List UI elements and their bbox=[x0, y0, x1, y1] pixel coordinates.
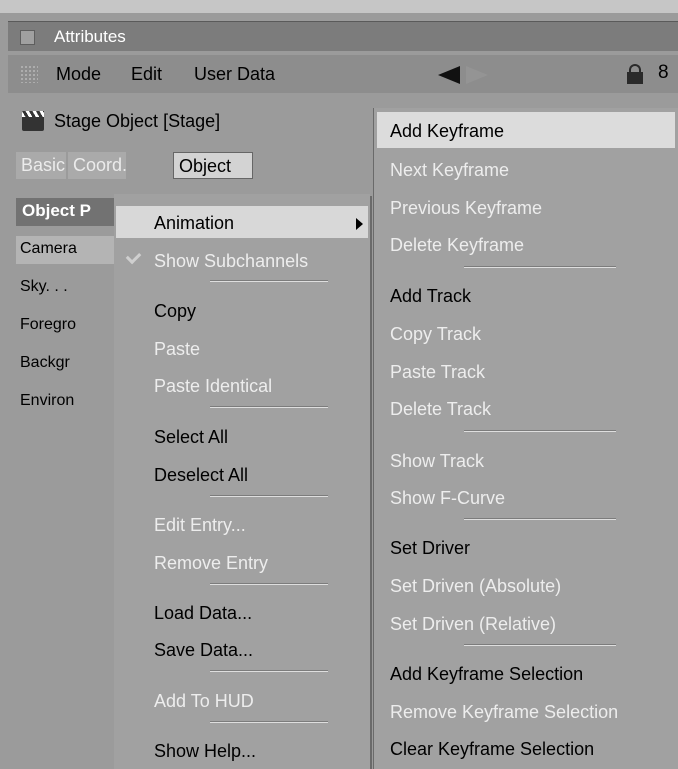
menu-separator bbox=[210, 583, 328, 585]
menu-user-data[interactable]: User Data bbox=[194, 64, 275, 85]
menu-separator bbox=[210, 406, 328, 408]
menu-item-remove-entry[interactable]: Remove Entry bbox=[154, 553, 268, 574]
menu-separator bbox=[210, 495, 328, 497]
menu-item-delete-track[interactable]: Delete Track bbox=[390, 399, 491, 420]
menu-item-add-keyframe-selection[interactable]: Add Keyframe Selection bbox=[390, 664, 583, 685]
menu-item-delete-keyframe[interactable]: Delete Keyframe bbox=[390, 235, 524, 256]
menu-edit[interactable]: Edit bbox=[131, 64, 162, 85]
menu-item-set-driven-relative[interactable]: Set Driven (Relative) bbox=[390, 614, 556, 635]
menu-item-add-keyframe[interactable]: Add Keyframe bbox=[390, 121, 504, 142]
new-panel-icon[interactable]: 8 bbox=[658, 62, 669, 84]
menu-separator bbox=[210, 721, 328, 723]
attributes-menubar: Mode Edit User Data 8 bbox=[8, 55, 678, 93]
menu-item-paste-track[interactable]: Paste Track bbox=[390, 362, 485, 383]
animation-submenu: Add Keyframe Next Keyframe Previous Keyf… bbox=[373, 108, 678, 769]
window-title: Attributes bbox=[54, 27, 126, 46]
menu-item-clear-keyframe-selection[interactable]: Clear Keyframe Selection bbox=[390, 739, 594, 760]
menu-item-show-subchannels[interactable]: Show Subchannels bbox=[154, 251, 308, 272]
menu-item-show-help[interactable]: Show Help... bbox=[154, 741, 256, 762]
submenu-arrow-icon bbox=[356, 218, 363, 230]
menu-item-paste[interactable]: Paste bbox=[154, 339, 200, 360]
context-menu: Animation Show Subchannels Copy Paste Pa… bbox=[114, 194, 370, 769]
menu-item-add-to-hud[interactable]: Add To HUD bbox=[154, 691, 254, 712]
menu-separator bbox=[464, 518, 616, 520]
clapperboard-icon bbox=[22, 111, 44, 131]
menu-item-show-fcurve[interactable]: Show F-Curve bbox=[390, 488, 505, 509]
lock-icon[interactable] bbox=[624, 63, 646, 85]
grip-icon[interactable] bbox=[20, 65, 38, 83]
menu-separator bbox=[464, 430, 616, 432]
menu-separator bbox=[464, 266, 616, 268]
menu-separator bbox=[210, 670, 328, 672]
menu-item-load-data[interactable]: Load Data... bbox=[154, 603, 252, 624]
object-title: Stage Object [Stage] bbox=[54, 111, 221, 131]
property-row-background[interactable]: Backgr bbox=[16, 350, 126, 378]
menu-item-copy[interactable]: Copy bbox=[154, 301, 196, 322]
menu-item-paste-identical[interactable]: Paste Identical bbox=[154, 376, 272, 397]
menu-item-remove-keyframe-selection[interactable]: Remove Keyframe Selection bbox=[390, 702, 618, 723]
property-row-camera[interactable]: Camera bbox=[16, 236, 126, 264]
menu-item-set-driver[interactable]: Set Driver bbox=[390, 538, 470, 559]
property-row-sky[interactable]: Sky. . . bbox=[16, 274, 126, 302]
menu-item-deselect-all[interactable]: Deselect All bbox=[154, 465, 248, 486]
forward-arrow-icon bbox=[466, 66, 488, 84]
property-row-foreground[interactable]: Foregro bbox=[16, 312, 126, 340]
property-row-environment[interactable]: Environ bbox=[16, 388, 126, 416]
menu-item-next-keyframe[interactable]: Next Keyframe bbox=[390, 160, 509, 181]
menu-mode[interactable]: Mode bbox=[56, 64, 101, 85]
menu-item-add-track[interactable]: Add Track bbox=[390, 286, 471, 307]
attributes-titlebar: Attributes bbox=[8, 21, 678, 51]
menu-item-save-data[interactable]: Save Data... bbox=[154, 640, 253, 661]
menu-separator bbox=[210, 280, 328, 282]
menu-separator bbox=[464, 644, 616, 646]
object-properties-header: Object P bbox=[16, 198, 126, 226]
menu-item-show-track[interactable]: Show Track bbox=[390, 451, 484, 472]
tab-coord[interactable]: Coord. bbox=[68, 152, 127, 179]
menu-item-select-all[interactable]: Select All bbox=[154, 427, 228, 448]
menu-item-set-driven-absolute[interactable]: Set Driven (Absolute) bbox=[390, 576, 561, 597]
menu-item-copy-track[interactable]: Copy Track bbox=[390, 324, 481, 345]
back-arrow-icon[interactable] bbox=[438, 66, 460, 84]
tab-object[interactable]: Object bbox=[173, 152, 253, 179]
top-border bbox=[0, 0, 678, 13]
menu-item-animation[interactable]: Animation bbox=[154, 213, 234, 234]
menu-item-previous-keyframe[interactable]: Previous Keyframe bbox=[390, 198, 542, 219]
panel-menu-icon[interactable] bbox=[20, 30, 35, 45]
menu-item-edit-entry[interactable]: Edit Entry... bbox=[154, 515, 246, 536]
tab-basic[interactable]: Basic bbox=[16, 152, 66, 179]
